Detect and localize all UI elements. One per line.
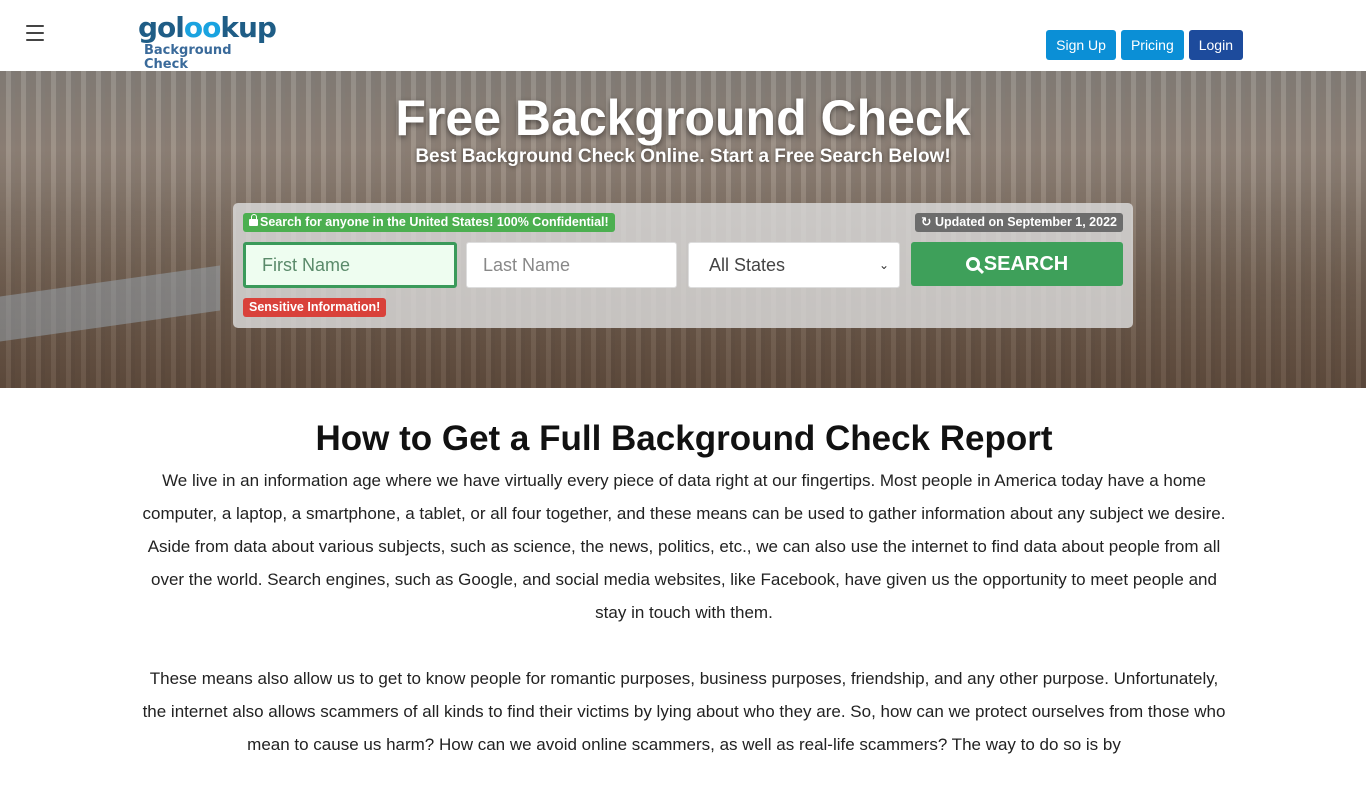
search-button[interactable]: SEARCH: [911, 242, 1123, 286]
sensitive-info-badge: Sensitive Information!: [243, 298, 387, 317]
first-name-input[interactable]: First Name: [243, 242, 457, 288]
menu-icon[interactable]: [26, 25, 44, 41]
article-heading: How to Get a Full Background Check Repor…: [315, 419, 1053, 458]
chevron-down-icon: ⌄: [878, 258, 889, 272]
login-button[interactable]: Login: [1188, 30, 1243, 60]
lock-icon: [249, 214, 258, 226]
logo-tagline: Background Check: [144, 43, 232, 72]
search-form: Search for anyone in the United States! …: [233, 203, 1133, 328]
hero-subtitle: Best Background Check Online. Start a Fr…: [415, 146, 951, 167]
sign-up-button[interactable]: Sign Up: [1046, 30, 1116, 60]
refresh-icon: ↻: [921, 215, 935, 229]
search-icon: [965, 257, 980, 271]
pricing-button[interactable]: Pricing: [1120, 30, 1184, 60]
confidential-badge: Search for anyone in the United States! …: [243, 213, 615, 232]
hero-title: Free Background Check: [395, 90, 971, 146]
hero-banner: Free Background Check Best Background Ch…: [0, 71, 1366, 388]
logo[interactable]: golookup Background Check: [138, 11, 277, 72]
article-paragraph: These means also allow us to get to know…: [142, 669, 1226, 754]
state-select[interactable]: All States ⌄: [688, 242, 900, 288]
article-paragraph: We live in an information age where we h…: [142, 471, 1226, 622]
last-name-input[interactable]: Last Name: [466, 242, 677, 288]
updated-badge: ↻ Updated on September 1, 2022: [915, 213, 1123, 232]
top-navbar: golookup Background Check Sign Up Pricin…: [0, 0, 1366, 72]
logo-wordmark: golookup: [138, 11, 277, 44]
article: How to Get a Full Background Check Repor…: [140, 416, 1228, 794]
